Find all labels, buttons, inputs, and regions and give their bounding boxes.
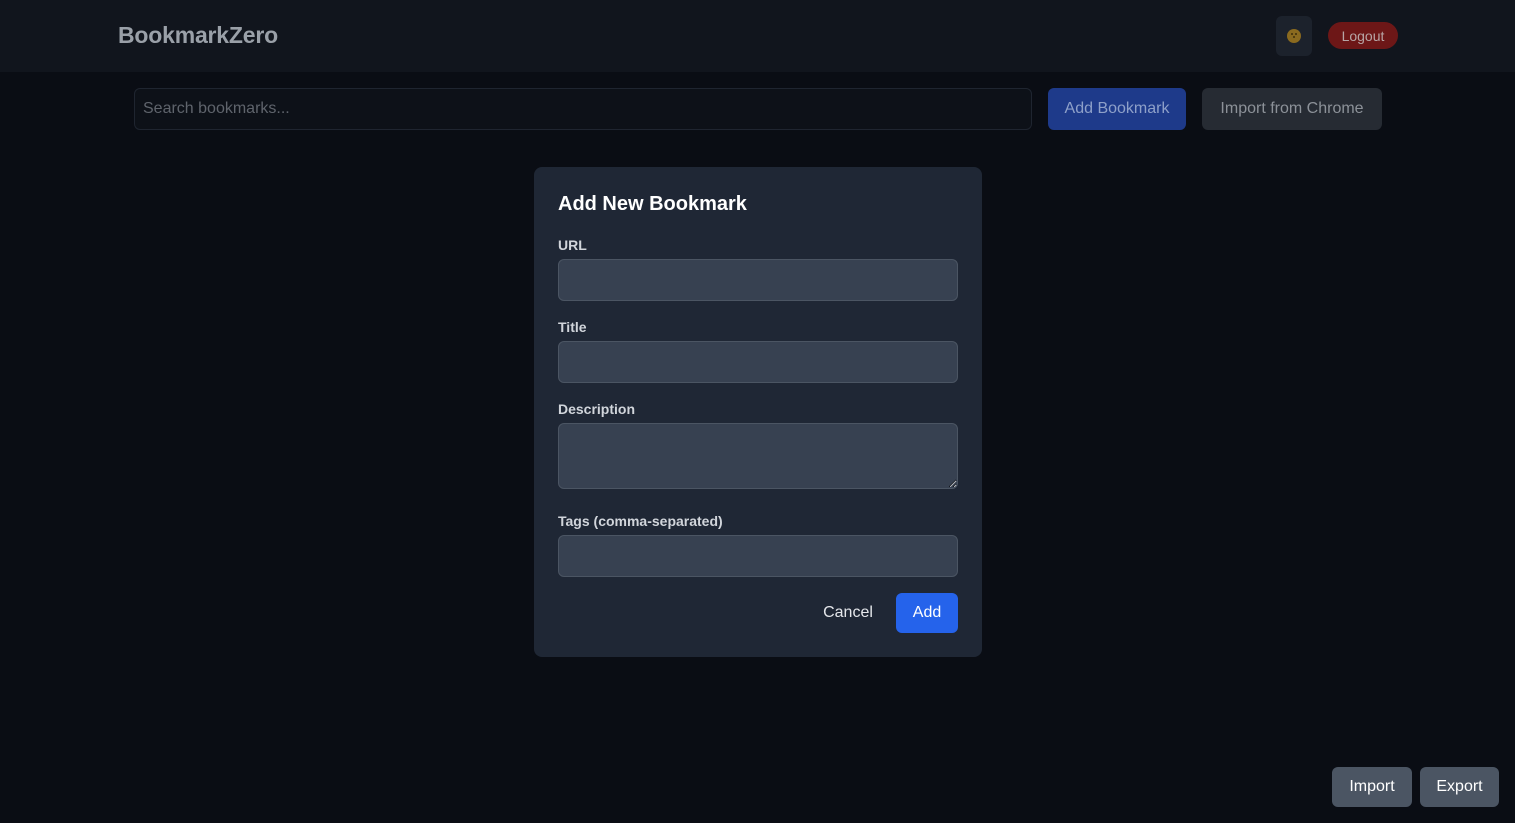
search-input[interactable] bbox=[134, 88, 1032, 130]
title-field[interactable] bbox=[558, 341, 958, 383]
import-from-chrome-button[interactable]: Import from Chrome bbox=[1202, 88, 1382, 130]
export-button[interactable]: Export bbox=[1420, 767, 1499, 807]
add-bookmark-button[interactable]: Add Bookmark bbox=[1048, 88, 1186, 130]
import-button[interactable]: Import bbox=[1332, 767, 1412, 807]
cancel-button[interactable]: Cancel bbox=[810, 593, 886, 633]
modal-title: Add New Bookmark bbox=[558, 193, 747, 215]
tags-label: Tags (comma-separated) bbox=[558, 513, 723, 529]
brand-logo[interactable]: BookmarkZero bbox=[118, 22, 278, 49]
url-label: URL bbox=[558, 237, 587, 253]
app-root: BookmarkZero Logout Add Bookmark Import … bbox=[0, 0, 1515, 823]
add-bookmark-modal: Add New Bookmark URL Title Description T… bbox=[534, 167, 982, 657]
top-header: BookmarkZero Logout bbox=[0, 0, 1515, 72]
description-label: Description bbox=[558, 401, 636, 417]
title-label: Title bbox=[558, 319, 587, 335]
theme-toggle-button[interactable] bbox=[1276, 16, 1312, 56]
add-submit-button[interactable]: Add bbox=[896, 593, 958, 633]
moon-icon bbox=[1287, 29, 1301, 43]
logout-button[interactable]: Logout bbox=[1328, 22, 1398, 49]
tags-field[interactable] bbox=[558, 535, 958, 577]
url-field[interactable] bbox=[558, 259, 958, 301]
description-field[interactable] bbox=[558, 423, 958, 489]
